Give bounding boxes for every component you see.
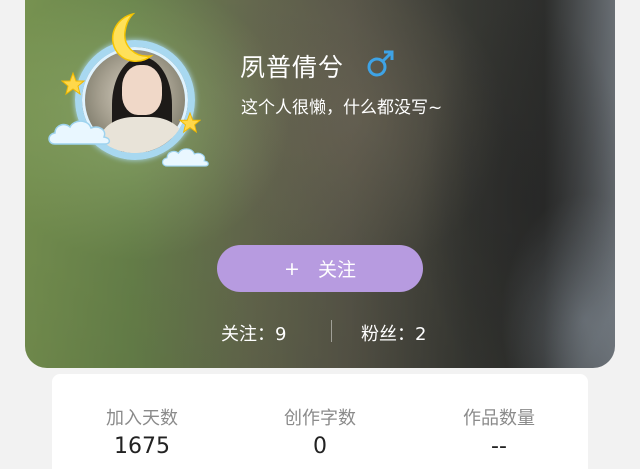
user-stats-card: 加入天数 1675 创作字数 0 作品数量 --: [52, 374, 588, 469]
following-count[interactable]: 关注：9: [221, 320, 286, 346]
stat-word-count: 创作字数 0: [230, 404, 410, 459]
avatar[interactable]: [45, 8, 215, 173]
star-decoration-icon: [179, 112, 201, 134]
stat-value: --: [491, 434, 507, 459]
stat-label: 加入天数: [106, 408, 178, 429]
user-signature: 这个人很懒，什么都没写~: [241, 98, 443, 118]
male-icon: [367, 50, 394, 77]
stat-value: 1675: [114, 434, 170, 459]
cloud-decoration-icon: [48, 120, 111, 145]
username: 夙普倩兮: [240, 53, 345, 82]
stat-label: 创作字数: [284, 408, 356, 429]
stat-divider: [331, 320, 332, 342]
follow-button-label: 关注: [317, 259, 356, 281]
plus-icon: +: [284, 257, 300, 280]
stat-value: 0: [313, 434, 327, 459]
star-decoration-icon: [61, 72, 85, 96]
stat-join-days: 加入天数 1675: [52, 404, 232, 459]
stat-label: 作品数量: [463, 408, 535, 429]
fans-count[interactable]: 粉丝：2: [361, 320, 426, 346]
stat-works-count: 作品数量 --: [409, 404, 589, 459]
cloud-decoration-icon: [161, 148, 209, 167]
follow-button[interactable]: + 关注: [217, 245, 423, 292]
moon-decoration-icon: [112, 12, 154, 62]
